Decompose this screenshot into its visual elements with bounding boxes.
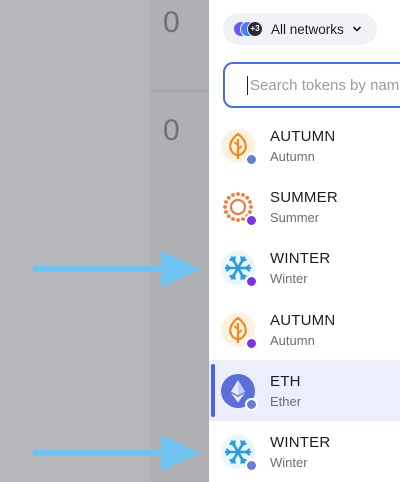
chain-badge-icon (245, 397, 258, 411)
token-name: Summer (270, 209, 320, 225)
token-list: AUTUMN Autumn SUMMER Summer WINTER Winter AUTU… (209, 115, 400, 482)
network-icons: +3 (233, 21, 263, 37)
token-text: WINTER Winter (270, 250, 330, 286)
token-symbol: WINTER (270, 250, 331, 268)
token-symbol: WINTER (270, 434, 331, 452)
background-value: 0 (163, 114, 180, 147)
token-name: Autumn (270, 332, 315, 348)
token-text: AUTUMN Autumn (270, 128, 335, 164)
chain-badge-icon (245, 213, 258, 227)
token-name: Winter (270, 455, 308, 471)
network-selector-label: All networks (271, 21, 344, 37)
token-symbol: ETH (270, 372, 301, 390)
token-symbol: SUMMER (270, 188, 338, 206)
chevron-down-icon (352, 26, 361, 32)
annotation-arrow-icon (33, 251, 201, 287)
token-symbol: AUTUMN (270, 127, 336, 145)
chain-badge-icon (245, 152, 258, 166)
token-symbol: AUTUMN (270, 311, 336, 329)
token-row-winter[interactable]: WINTER Winter (209, 421, 400, 482)
app-root: 0 0 +3 All networks A (0, 0, 400, 482)
background-value: 0 (163, 6, 180, 39)
token-selector-panel: +3 All networks AUTUMN Autumn SUMMER Summer… (209, 0, 400, 482)
token-icon-wrap (221, 251, 258, 289)
chain-badge-icon (245, 459, 258, 473)
annotation-arrow-icon (33, 435, 201, 471)
token-text: SUMMER Summer (270, 189, 338, 225)
token-row-summer[interactable]: SUMMER Summer (209, 176, 400, 237)
token-text: WINTER Winter (270, 434, 330, 470)
token-row-autumn[interactable]: AUTUMN Autumn (209, 115, 400, 176)
token-icon-wrap (221, 189, 258, 227)
search-input[interactable] (247, 75, 400, 95)
background-divider (150, 90, 208, 92)
token-icon-wrap (221, 312, 258, 350)
token-icon-wrap (221, 128, 258, 166)
background-column (150, 0, 208, 482)
token-row-autumn[interactable]: AUTUMN Autumn (209, 299, 400, 360)
chain-badge-icon (245, 275, 258, 289)
token-name: Autumn (270, 148, 315, 164)
network-selector-button[interactable]: +3 All networks (223, 13, 377, 45)
token-name: Ether (270, 393, 302, 409)
token-icon-wrap (221, 435, 258, 473)
token-text: AUTUMN Autumn (270, 312, 335, 348)
token-row-winter[interactable]: WINTER Winter (209, 238, 400, 299)
token-row-eth[interactable]: ETH Ether (209, 360, 400, 422)
chain-badge-icon (245, 336, 258, 350)
search-box (223, 62, 400, 108)
token-text: ETH Ether (270, 373, 301, 409)
token-name: Winter (270, 271, 308, 287)
token-icon-wrap (221, 373, 258, 411)
network-count-badge: +3 (247, 21, 263, 37)
